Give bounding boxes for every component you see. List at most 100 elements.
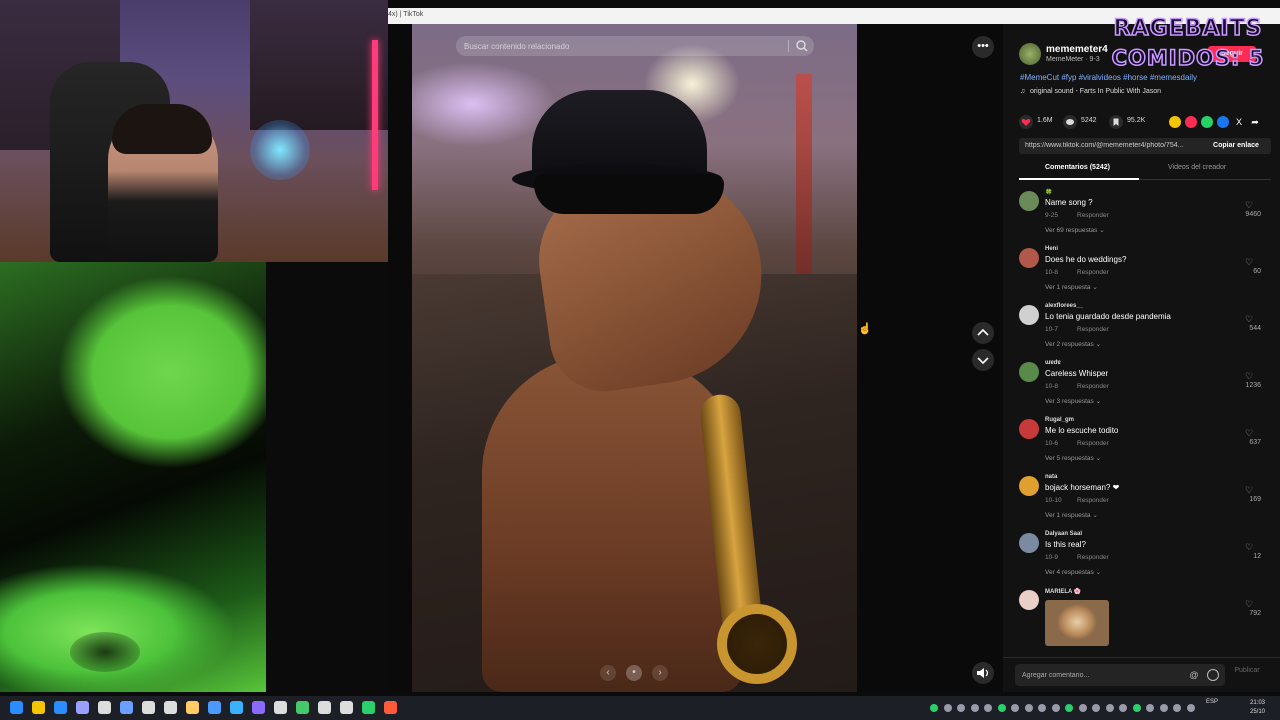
commenter-avatar[interactable] [1019, 305, 1039, 325]
windows-start-icon[interactable] [10, 701, 23, 714]
commenter-avatar[interactable] [1019, 419, 1039, 439]
author-avatar[interactable] [1019, 43, 1041, 65]
commenter-avatar[interactable] [1019, 476, 1039, 496]
publish-button[interactable]: Publicar [1227, 667, 1267, 674]
x-icon[interactable]: X [1233, 116, 1245, 128]
system-tray-icon[interactable] [1105, 704, 1114, 712]
commenter-avatar[interactable] [1019, 191, 1039, 211]
taskbar-app-icon[interactable] [76, 701, 89, 714]
system-tray-icon[interactable] [1078, 704, 1087, 712]
sound-link[interactable]: ♫ original sound - Farts In Public With … [1020, 88, 1161, 95]
taskbar-app-icon[interactable] [340, 701, 353, 714]
system-tray-icon[interactable] [1146, 704, 1154, 712]
clock[interactable]: 21:03 25/10 [1250, 699, 1265, 717]
commenter-name[interactable]: MARIELA 🌸 [1045, 588, 1081, 595]
search-icon[interactable] [795, 39, 809, 53]
coin-icon[interactable] [1169, 116, 1181, 128]
taskbar-app-icon[interactable] [120, 701, 133, 714]
comment-input[interactable] [1022, 664, 1172, 686]
taskbar-app-icon[interactable] [32, 701, 45, 714]
heart-outline-icon[interactable]: ♡ [1245, 257, 1257, 267]
taskbar-app-icon[interactable] [186, 701, 199, 714]
commenter-name[interactable]: Dalyaan Saal [1045, 531, 1082, 537]
commenter-name[interactable]: alexflorees__ [1045, 303, 1083, 309]
system-tray-icon[interactable] [957, 704, 965, 712]
tiktok-repost-icon[interactable] [1185, 116, 1197, 128]
forward-icon[interactable]: ➦ [1249, 116, 1261, 128]
heart-outline-icon[interactable]: ♡ [1245, 200, 1257, 210]
author-name[interactable]: mememeter4 [1046, 44, 1108, 55]
taskbar-app-icon[interactable] [164, 701, 177, 714]
search-input[interactable] [464, 36, 774, 56]
view-replies-button[interactable]: Ver 3 respuestas ⌄ [1045, 397, 1101, 405]
taskbar-app-icon[interactable] [208, 701, 221, 714]
system-tray-icon[interactable] [1024, 704, 1033, 712]
copy-link-button[interactable]: Copiar enlace [1201, 138, 1271, 154]
commenter-avatar[interactable] [1019, 362, 1039, 382]
taskbar-app-icon[interactable] [98, 701, 111, 714]
tab-creator-videos[interactable]: Videos del creador [1168, 164, 1226, 171]
system-tray-icon[interactable] [930, 704, 938, 712]
taskbar-app-icon[interactable] [142, 701, 155, 714]
system-tray-icon[interactable] [997, 704, 1006, 712]
carousel-dot-active[interactable]: • [626, 665, 642, 681]
system-tray-icon[interactable] [1119, 704, 1127, 712]
commenter-name[interactable]: Heni [1045, 246, 1058, 252]
volume-button[interactable] [972, 662, 994, 684]
view-replies-button[interactable]: Ver 1 respuesta ⌄ [1045, 283, 1098, 291]
reply-button[interactable]: Responder [1077, 554, 1109, 561]
commenter-name[interactable]: 🍀 [1045, 189, 1052, 196]
system-tray-icon[interactable] [1173, 704, 1181, 712]
view-replies-button[interactable]: Ver 1 respuesta ⌄ [1045, 511, 1098, 519]
taskbar-app-icon[interactable] [384, 701, 397, 714]
mention-icon[interactable]: @ [1188, 669, 1200, 681]
reply-button[interactable]: Responder [1077, 383, 1109, 390]
taskbar-app-icon[interactable] [230, 701, 243, 714]
heart-outline-icon[interactable]: ♡ [1245, 542, 1257, 552]
taskbar-app-icon[interactable] [318, 701, 331, 714]
system-tray-icon[interactable] [1011, 704, 1019, 712]
reply-button[interactable]: Responder [1077, 212, 1109, 219]
system-tray-icon[interactable] [1065, 704, 1073, 712]
commenter-avatar[interactable] [1019, 533, 1039, 553]
system-tray-icon[interactable] [1051, 704, 1060, 712]
taskbar-app-icon[interactable] [296, 701, 309, 714]
reply-button[interactable]: Responder [1077, 269, 1109, 276]
system-tray-icon[interactable] [1186, 704, 1195, 712]
system-tray-icon[interactable] [970, 704, 979, 712]
comment-sticker-image[interactable] [1045, 600, 1109, 646]
view-replies-button[interactable]: Ver 69 respuestas ⌄ [1045, 226, 1105, 234]
reply-button[interactable]: Responder [1077, 440, 1109, 447]
taskbar-app-icon[interactable] [274, 701, 287, 714]
carousel-prev-icon[interactable]: ‹ [600, 665, 616, 681]
hashtags[interactable]: #MemeCut #fyp #viralvideos #horse #memes… [1020, 73, 1197, 82]
heart-outline-icon[interactable]: ♡ [1245, 428, 1257, 438]
view-replies-button[interactable]: Ver 4 respuestas ⌄ [1045, 568, 1101, 576]
share-url[interactable]: https://www.tiktok.com/@mememeter4/photo… [1025, 142, 1195, 149]
more-options-icon[interactable]: ••• [972, 36, 994, 58]
language-indicator[interactable]: ESP [1206, 698, 1218, 707]
whatsapp-icon[interactable] [1201, 116, 1213, 128]
view-replies-button[interactable]: Ver 2 respuestas ⌄ [1045, 340, 1101, 348]
facebook-icon[interactable] [1217, 116, 1229, 128]
taskbar-app-icon[interactable] [362, 701, 375, 714]
emoji-icon[interactable] [1207, 669, 1219, 681]
tab-comments[interactable]: Comentarios (5242) [1045, 164, 1110, 171]
heart-outline-icon[interactable]: ♡ [1245, 314, 1257, 324]
taskbar-app-icon[interactable] [54, 701, 67, 714]
carousel-next-icon[interactable]: › [652, 665, 668, 681]
system-tray-icon[interactable] [1132, 704, 1141, 712]
commenter-name[interactable]: Rugal_gm [1045, 417, 1074, 423]
post-photo[interactable]: ‹ • › [412, 24, 857, 692]
heart-outline-icon[interactable]: ♡ [1245, 599, 1257, 609]
system-tray-icon[interactable] [984, 704, 992, 712]
reply-button[interactable]: Responder [1077, 497, 1109, 504]
commenter-avatar[interactable] [1019, 248, 1039, 268]
heart-outline-icon[interactable]: ♡ [1245, 371, 1257, 381]
commenter-avatar[interactable] [1019, 590, 1039, 610]
view-replies-button[interactable]: Ver 5 respuestas ⌄ [1045, 454, 1101, 462]
previous-post-button[interactable] [972, 322, 994, 344]
system-tray-icon[interactable] [1038, 704, 1046, 712]
system-tray-icon[interactable] [1159, 704, 1168, 712]
system-tray-icon[interactable] [1092, 704, 1100, 712]
